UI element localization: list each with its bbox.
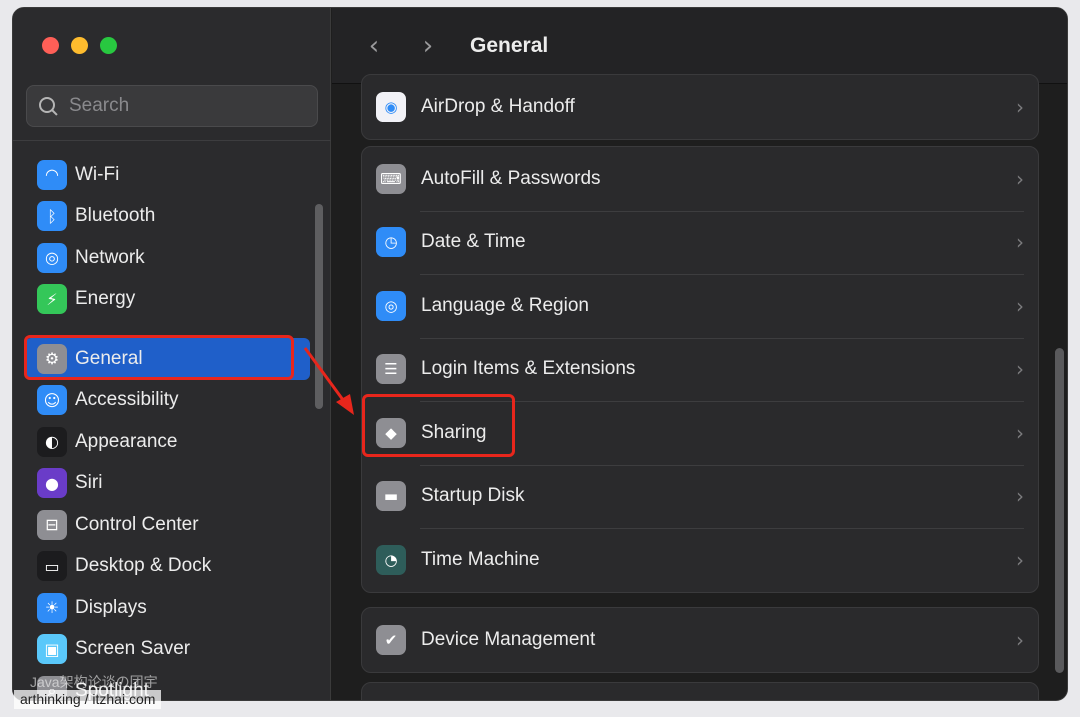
appearance-icon: ◐ <box>37 426 67 457</box>
list-icon: ☰ <box>376 354 406 385</box>
transfer-reset-icon: ↻ <box>376 699 406 700</box>
chevron-right-icon: › <box>1016 484 1024 509</box>
annotation-arrow <box>303 347 354 415</box>
settings-row-label: Time Machine <box>421 548 540 570</box>
sidebar-item-desktop-dock[interactable]: ▭ Desktop & Dock <box>25 546 310 588</box>
settings-row-label: AutoFill & Passwords <box>421 167 601 189</box>
settings-group: ✔ Device Management › <box>361 607 1039 673</box>
settings-row-device-management[interactable]: ✔ Device Management › <box>362 608 1038 672</box>
chevron-right-icon: › <box>1016 166 1024 191</box>
sidebar-item-label: Siri <box>75 472 103 494</box>
sidebar-item-label: Displays <box>75 596 147 618</box>
screen-saver-icon: ▣ <box>37 634 67 665</box>
settings-row-label: Device Management <box>421 628 596 650</box>
sidebar-item-energy[interactable]: ⚡ Energy <box>25 279 310 321</box>
settings-group: ↻Transfer or Reset› <box>361 682 1039 700</box>
close-window-button[interactable] <box>42 37 59 54</box>
main-scrollbar[interactable] <box>1055 348 1064 673</box>
zoom-window-button[interactable] <box>100 37 117 54</box>
settings-row-login-items-extensions[interactable]: ☰ Login Items & Extensions › <box>362 337 1038 402</box>
displays-icon: ☀ <box>37 592 67 623</box>
page-title: General <box>470 33 549 57</box>
sidebar-item-displays[interactable]: ☀ Displays <box>25 587 310 629</box>
sidebar-list: ◠ Wi-Fi ᛒ Bluetooth ◎ Network ⚡ Energy ⚙ General ☺… <box>25 154 310 700</box>
siri-icon: ● <box>37 468 67 499</box>
key-icon: ⌨ <box>376 163 406 194</box>
sidebar-item-label: Control Center <box>75 513 199 535</box>
chevron-left-icon: ‹ <box>368 30 380 61</box>
settings-row-label: Language & Region <box>421 294 589 316</box>
dock-icon: ▭ <box>37 551 67 582</box>
chevron-right-icon: › <box>422 30 434 61</box>
sidebar-item-label: Energy <box>75 288 136 310</box>
settings-row-date-time[interactable]: ◷ Date & Time › <box>362 210 1038 275</box>
control-center-icon: ⊟ <box>37 509 67 540</box>
device-management-icon: ✔ <box>376 624 406 655</box>
sidebar-item-network[interactable]: ◎ Network <box>25 237 310 279</box>
airdrop-icon: ◉ <box>376 91 406 122</box>
watermark-text: Java架构论谈の团宇 <box>30 674 158 690</box>
forward-button[interactable]: › <box>408 26 448 66</box>
chevron-right-icon: › <box>1016 547 1024 572</box>
search-field[interactable] <box>26 85 318 127</box>
settings-row-language-region[interactable]: ◎ Language & Region › <box>362 274 1038 338</box>
settings-row-startup-disk[interactable]: ▬ Startup Disk › <box>362 464 1038 529</box>
highlight-general <box>24 335 294 380</box>
globe-icon: ◎ <box>37 242 67 273</box>
sidebar-item-wi-fi[interactable]: ◠ Wi-Fi <box>25 154 310 196</box>
settings-group: ⌨ AutoFill & Passwords › ◷ Date & Time › ◎ Lang… <box>361 146 1039 593</box>
sidebar-item-label: Accessibility <box>75 389 179 411</box>
sidebar-item-control-center[interactable]: ⊟ Control Center <box>25 504 310 546</box>
search-input[interactable] <box>69 95 289 117</box>
accessibility-icon: ☺ <box>37 385 67 416</box>
watermark-url: arthinking / itzhai.com <box>14 690 162 709</box>
highlight-sharing <box>362 394 515 457</box>
settings-row-autofill-passwords[interactable]: ⌨ AutoFill & Passwords › <box>362 147 1038 211</box>
minimize-window-button[interactable] <box>71 37 88 54</box>
chevron-right-icon: › <box>1016 357 1024 382</box>
bolt-icon: ⚡ <box>37 284 67 315</box>
sidebar-item-label: Wi-Fi <box>75 163 120 185</box>
settings-group: ◉ AirDrop & Handoff › <box>361 74 1039 140</box>
sidebar-item-label: Appearance <box>75 430 178 452</box>
back-button[interactable]: ‹ <box>354 26 394 66</box>
settings-row-label: Startup Disk <box>421 485 525 507</box>
sidebar-item-screen-saver[interactable]: ▣ Screen Saver <box>25 629 310 671</box>
main-pane: ‹ › General ◉ AirDrop & Handoff › ⌨ AutoFill… <box>332 8 1067 700</box>
calendar-clock-icon: ◷ <box>376 227 406 258</box>
settings-row-label: AirDrop & Handoff <box>421 95 575 117</box>
sidebar-item-appearance[interactable]: ◐ Appearance <box>25 421 310 463</box>
chevron-right-icon: › <box>1016 94 1024 119</box>
settings-row-label: Date & Time <box>421 231 526 253</box>
wifi-icon: ◠ <box>37 159 67 190</box>
toolbar: ‹ › General <box>332 8 1067 84</box>
sidebar-divider <box>13 140 331 141</box>
settings-row-label: Login Items & Extensions <box>421 358 636 380</box>
chevron-right-icon: › <box>1016 420 1024 445</box>
sidebar-item-bluetooth[interactable]: ᛒ Bluetooth <box>25 196 310 238</box>
sidebar-item-siri[interactable]: ● Siri <box>25 463 310 505</box>
settings-row-airdrop-handoff[interactable]: ◉ AirDrop & Handoff › <box>362 75 1038 139</box>
chevron-right-icon: › <box>1016 293 1024 318</box>
disk-icon: ▬ <box>376 481 406 512</box>
bluetooth-icon: ᛒ <box>37 201 67 232</box>
settings-row-transfer-or-reset[interactable]: ↻Transfer or Reset› <box>362 683 1038 700</box>
settings-row-time-machine[interactable]: ◔ Time Machine › <box>362 528 1038 592</box>
chevron-right-icon: › <box>1016 627 1024 652</box>
window-controls <box>42 37 117 54</box>
sidebar-item-accessibility[interactable]: ☺ Accessibility <box>25 380 310 422</box>
sidebar-item-label: Bluetooth <box>75 205 156 227</box>
chevron-right-icon: › <box>1016 230 1024 255</box>
time-machine-icon: ◔ <box>376 544 406 575</box>
globe-icon: ◎ <box>376 290 406 321</box>
sidebar-item-label: Desktop & Dock <box>75 555 212 577</box>
search-icon <box>37 95 59 117</box>
sidebar-item-label: Screen Saver <box>75 638 191 660</box>
sidebar-item-label: Network <box>75 246 145 268</box>
